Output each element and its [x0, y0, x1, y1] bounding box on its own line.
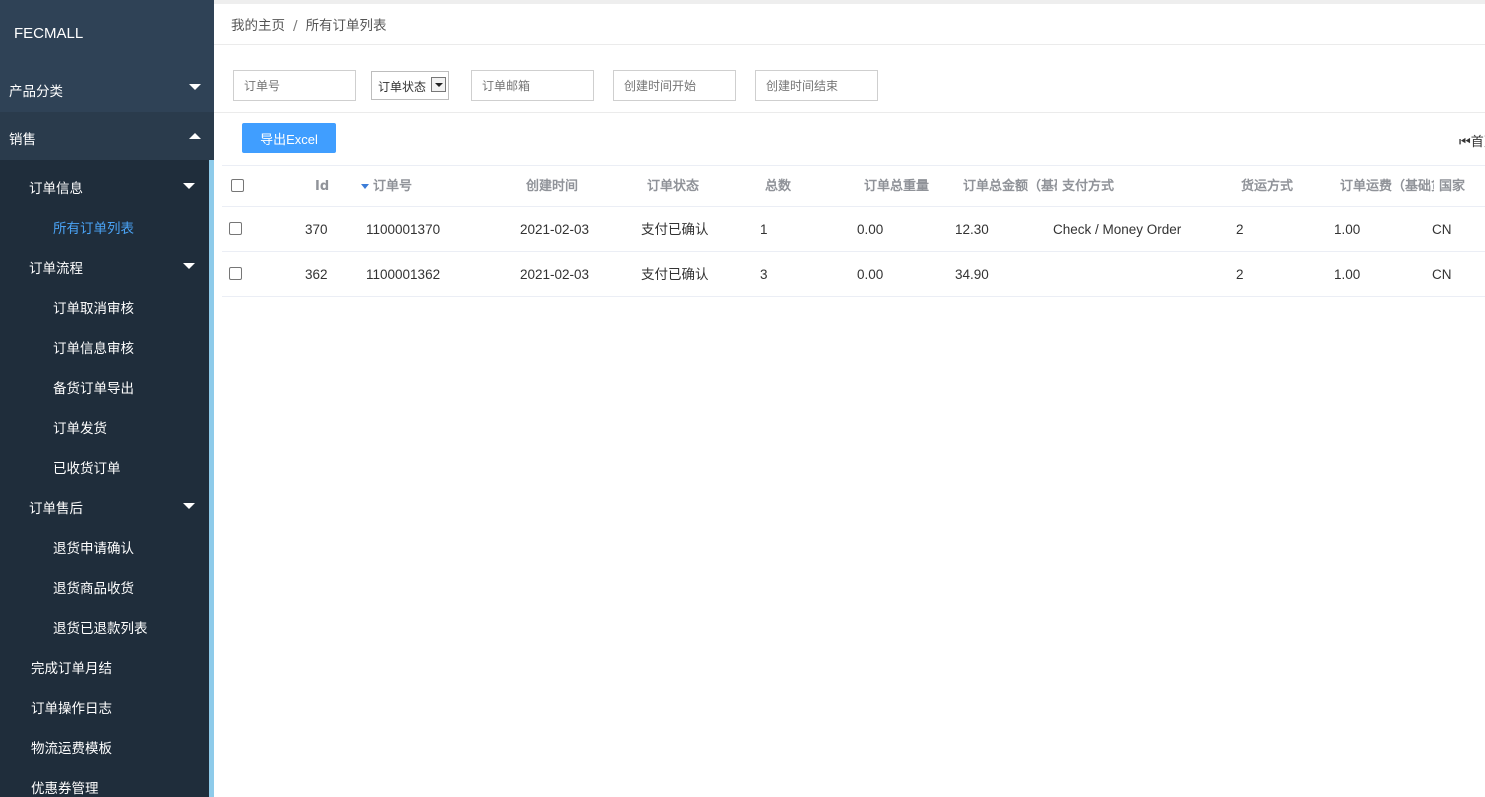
col-total-qty[interactable]: 总数	[765, 166, 815, 206]
cell-total-weight: 0.00	[857, 267, 884, 282]
col-order-no[interactable]: 订单号	[361, 166, 481, 206]
col-total-weight[interactable]: 订单总重量	[864, 166, 954, 206]
order-no-input[interactable]	[233, 70, 356, 101]
sidebar-category-sales[interactable]: 销售	[0, 112, 214, 160]
sidebar-submenu: 订单信息 所有订单列表 订单流程 订单取消审核 订单信息审核 备货订单导出 订单…	[0, 160, 209, 797]
created-start-input[interactable]	[613, 70, 736, 101]
cell-country: CN	[1432, 222, 1452, 237]
col-id[interactable]: Id	[315, 166, 355, 206]
col-created-at[interactable]: 创建时间	[526, 166, 606, 206]
table-row[interactable]: 370 1100001370 2021-02-03 支付已确认 1 0.00 1…	[222, 207, 1485, 252]
caret-down-icon	[183, 183, 195, 189]
row-select-cell	[222, 207, 252, 251]
sidebar-item-cancel-review[interactable]: 订单取消审核	[0, 285, 209, 325]
cell-created-at: 2021-02-03	[520, 222, 590, 237]
created-end-input[interactable]	[755, 70, 878, 101]
sort-desc-icon	[361, 184, 369, 189]
cell-total-qty: 3	[760, 267, 768, 282]
sidebar-item-return-confirm[interactable]: 退货申请确认	[0, 525, 209, 565]
sidebar-item-received[interactable]: 已收货订单	[0, 445, 209, 485]
sidebar-item-info-review[interactable]: 订单信息审核	[0, 325, 209, 365]
cell-order-no: 1100001370	[366, 222, 441, 237]
order-status-label: 订单状态	[378, 80, 427, 94]
top-divider	[214, 0, 1485, 4]
sidebar-item-all-orders[interactable]: 所有订单列表	[0, 205, 209, 245]
cell-total-amount: 34.90	[955, 267, 989, 282]
cell-total-qty: 1	[760, 222, 768, 237]
divider	[214, 44, 1485, 45]
cell-shipping-method: 2	[1236, 222, 1244, 237]
table-row[interactable]: 362 1100001362 2021-02-03 支付已确认 3 0.00 3…	[222, 252, 1485, 297]
col-total-amount[interactable]: 订单总金额（基础货币）	[963, 166, 1057, 206]
col-order-no-label: 订单号	[373, 179, 413, 194]
order-email-input[interactable]	[471, 70, 594, 101]
sidebar-item-label: 订单流程	[29, 261, 83, 277]
sidebar-group-after-sales[interactable]: 订单售后	[0, 485, 209, 525]
divider	[214, 112, 1485, 113]
table-header: Id 订单号 创建时间 订单状态 总数 订单总重量 订单总金额（基础货币） 支付…	[222, 165, 1485, 207]
sidebar-item-coupons[interactable]: 优惠券管理	[0, 765, 209, 797]
row-checkbox[interactable]	[229, 222, 242, 235]
select-all-cell	[222, 166, 252, 206]
cell-id: 370	[305, 222, 328, 237]
cell-shipping-fee: 1.00	[1334, 222, 1361, 237]
breadcrumb: 我的主页 / 所有订单列表	[231, 14, 387, 34]
sidebar-item-stock-export[interactable]: 备货订单导出	[0, 365, 209, 405]
row-select-cell	[222, 252, 252, 296]
cell-shipping-method: 2	[1236, 267, 1244, 282]
cell-payment-method: Check / Money Order	[1053, 222, 1182, 237]
sidebar-item-label: 订单售后	[29, 501, 83, 517]
sidebar-item-return-receive[interactable]: 退货商品收货	[0, 565, 209, 605]
cell-status: 支付已确认	[641, 267, 709, 282]
col-status[interactable]: 订单状态	[647, 166, 727, 206]
col-shipping-fee[interactable]: 订单运费（基础货币）	[1340, 166, 1434, 206]
dropdown-arrow-icon	[431, 77, 446, 92]
cell-country: CN	[1432, 267, 1452, 282]
caret-down-icon	[183, 263, 195, 269]
breadcrumb-home[interactable]: 我的主页	[231, 18, 285, 34]
first-page-icon: ⏮	[1459, 135, 1471, 150]
breadcrumb-separator: /	[293, 18, 298, 34]
sidebar-item-refunded-list[interactable]: 退货已退款列表	[0, 605, 209, 645]
breadcrumb-current: 所有订单列表	[305, 18, 387, 34]
sidebar-category-products[interactable]: 产品分类	[0, 64, 214, 112]
sidebar-group-order-flow[interactable]: 订单流程	[0, 245, 209, 285]
cell-created-at: 2021-02-03	[520, 267, 590, 282]
sidebar-group-order-info[interactable]: 订单信息	[0, 165, 209, 205]
caret-down-icon	[183, 503, 195, 509]
select-all-checkbox[interactable]	[231, 179, 244, 192]
sidebar-item-label: 订单信息	[29, 181, 83, 197]
caret-down-icon	[189, 84, 201, 90]
cell-total-amount: 12.30	[955, 222, 989, 237]
sidebar: FECMALL 产品分类 销售 订单信息 所有订单列表 订单流程 订单取消审核 …	[0, 0, 214, 797]
order-status-select[interactable]: 订单状态	[371, 71, 449, 100]
sidebar-item-shipping[interactable]: 订单发货	[0, 405, 209, 445]
caret-up-icon	[189, 133, 201, 139]
sidebar-scrollbar[interactable]	[209, 160, 214, 797]
col-payment-method[interactable]: 支付方式	[1062, 166, 1182, 206]
sidebar-item-monthly-settlement[interactable]: 完成订单月结	[0, 645, 209, 685]
cell-shipping-fee: 1.00	[1334, 267, 1361, 282]
sidebar-category-label: 销售	[9, 132, 36, 148]
cell-order-no: 1100001362	[366, 267, 441, 282]
cell-total-weight: 0.00	[857, 222, 884, 237]
cell-id: 362	[305, 267, 328, 282]
sidebar-category-label: 产品分类	[9, 84, 63, 100]
cell-status: 支付已确认	[641, 222, 709, 237]
row-checkbox[interactable]	[229, 267, 242, 280]
pager-first-label: 首页	[1470, 135, 1485, 150]
col-country[interactable]: 国家	[1439, 166, 1483, 206]
brand-logo[interactable]: FECMALL	[0, 0, 214, 64]
pager-first-button[interactable]: ⏮首页	[1459, 131, 1485, 150]
cell-payment-method	[1053, 252, 1223, 296]
export-excel-button[interactable]: 导出Excel	[242, 123, 336, 153]
sidebar-item-operation-log[interactable]: 订单操作日志	[0, 685, 209, 725]
col-shipping-method[interactable]: 货运方式	[1241, 166, 1321, 206]
sidebar-item-freight-template[interactable]: 物流运费模板	[0, 725, 209, 765]
